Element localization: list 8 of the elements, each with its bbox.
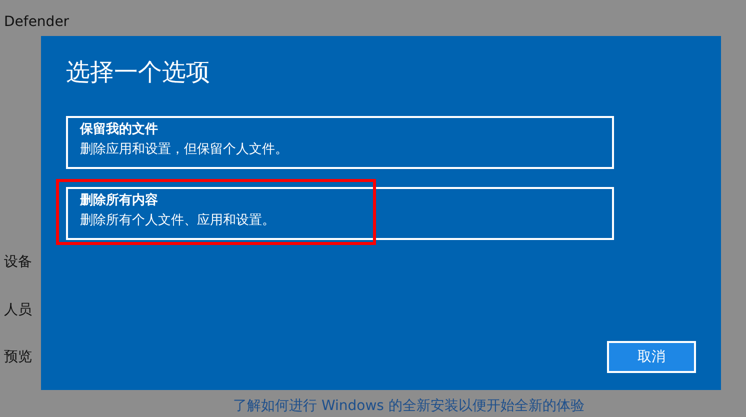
option-button[interactable]: 保留我的文件 删除应用和设置，但保留个人文件。 (66, 116, 614, 169)
sidebar-item[interactable]: 人员 (4, 301, 32, 319)
cancel-button[interactable]: 取消 (607, 341, 696, 373)
dialog-title: 选择一个选项 (66, 57, 210, 88)
sidebar-item[interactable]: Defender (4, 13, 70, 31)
option-button[interactable]: 删除所有内容 删除所有个人文件、应用和设置。 (66, 187, 614, 240)
sidebar-item[interactable]: 预览 (4, 348, 32, 366)
sidebar-item[interactable]: 设备 (4, 253, 32, 271)
